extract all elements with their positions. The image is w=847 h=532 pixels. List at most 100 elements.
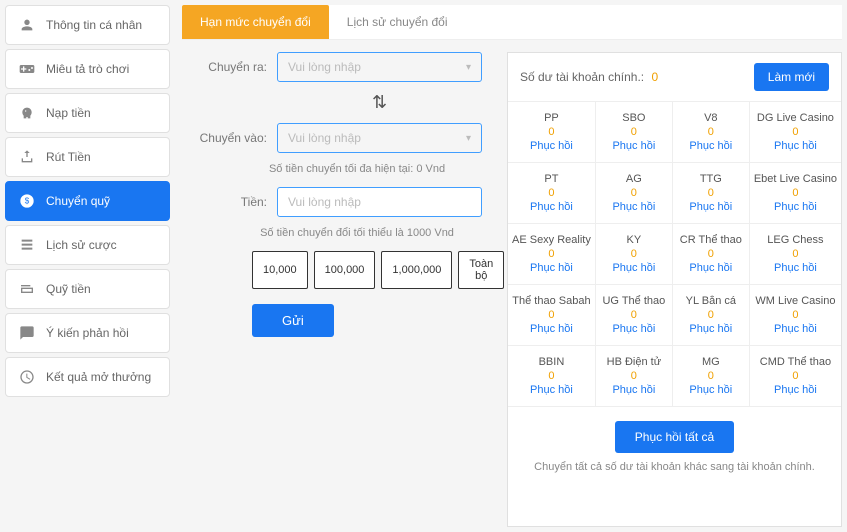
sidebar-item-bet-history[interactable]: Lịch sử cược xyxy=(5,225,170,265)
sidebar-item-transfer[interactable]: $ Chuyển quỹ xyxy=(5,181,170,221)
wallet-name: TTG xyxy=(677,173,745,185)
wallet-name: Thể thao Sabah xyxy=(512,295,591,307)
gamepad-icon xyxy=(18,60,36,78)
tabs: Hạn mức chuyển đổi Lịch sử chuyển đổi xyxy=(182,5,842,40)
sidebar-item-deposit[interactable]: Nạp tiền xyxy=(5,93,170,133)
swap-icon[interactable]: ⇅ xyxy=(192,92,482,113)
sidebar-item-games[interactable]: Miêu tả trò chơi xyxy=(5,49,170,89)
wallet-name: DG Live Casino xyxy=(754,112,837,124)
wallet-cell: TTG 0 Phục hồi xyxy=(673,163,750,224)
wallet-cell: PP0Phục hồi xyxy=(508,102,596,163)
wallet-restore-link[interactable]: Phục hồi xyxy=(600,201,668,213)
balance-label: Số dư tài khoản chính.: xyxy=(520,70,644,84)
amount-btn-100000[interactable]: 100,000 xyxy=(314,251,376,289)
submit-button[interactable]: Gửi xyxy=(252,304,334,337)
wallet-cell: V80Phục hồi xyxy=(673,102,750,163)
svg-text:$: $ xyxy=(25,197,30,206)
wallet-name: PT xyxy=(512,173,591,185)
refresh-button[interactable]: Làm mới xyxy=(754,63,829,91)
sidebar-item-wallet[interactable]: Quỹ tiền xyxy=(5,269,170,309)
wallet-cell: AG 0 Phục hồi xyxy=(596,163,673,224)
wallet-grid: PP0Phục hồiSBO0Phục hồiV80Phục hồiDG Liv… xyxy=(508,102,841,407)
wallet-restore-link[interactable]: Phục hồi xyxy=(677,140,745,152)
wallet-restore-link[interactable]: Phục hồi xyxy=(754,384,837,396)
wallet-value: 0 xyxy=(754,187,837,199)
wallet-value: 0 xyxy=(600,309,668,321)
wallet-name: BBIN xyxy=(512,356,591,368)
sidebar-item-label: Rút Tiền xyxy=(46,150,91,164)
wallet-name: AE Sexy Reality xyxy=(512,234,591,246)
wallet-name: SBO xyxy=(600,112,668,124)
wallet-name: LEG Chess xyxy=(754,234,837,246)
sidebar-item-label: Thông tin cá nhân xyxy=(46,18,142,32)
wallet-name: KY xyxy=(600,234,668,246)
wallet-cell: Thể thao Sabah0Phục hồi xyxy=(508,285,596,346)
wallet-restore-link[interactable]: Phục hồi xyxy=(754,140,837,152)
wallet-value: 0 xyxy=(754,370,837,382)
amount-btn-1000000[interactable]: 1,000,000 xyxy=(381,251,452,289)
transfer-form: Chuyển ra: Vui lòng nhập ▾ ⇅ Chuyển vào:… xyxy=(182,52,492,527)
amount-input[interactable] xyxy=(277,187,482,217)
wallet-value: 0 xyxy=(754,248,837,260)
wallet-value: 0 xyxy=(677,187,745,199)
from-label: Chuyển ra: xyxy=(192,60,277,74)
wallet-restore-link[interactable]: Phục hồi xyxy=(754,201,837,213)
wallet-restore-link[interactable]: Phục hồi xyxy=(600,323,668,335)
sidebar-item-profile[interactable]: Thông tin cá nhân xyxy=(5,5,170,45)
list-icon xyxy=(18,236,36,254)
wallet-restore-link[interactable]: Phục hồi xyxy=(677,323,745,335)
wallet-value: 0 xyxy=(677,309,745,321)
chat-icon xyxy=(18,324,36,342)
sidebar-item-label: Chuyển quỹ xyxy=(46,194,110,208)
sidebar: Thông tin cá nhân Miêu tả trò chơi Nạp t… xyxy=(0,0,170,532)
wallet-value: 0 xyxy=(600,187,668,199)
wallet-value: 0 xyxy=(600,370,668,382)
wallet-panel: Số dư tài khoản chính.: 0 Làm mới PP0Phụ… xyxy=(507,52,842,527)
to-select[interactable]: Vui lòng nhập ▾ xyxy=(277,123,482,153)
wallet-name: UG Thể thao xyxy=(600,295,668,307)
wallet-value: 0 xyxy=(512,248,591,260)
wallet-restore-link[interactable]: Phục hồi xyxy=(677,201,745,213)
wallet-value: 0 xyxy=(512,370,591,382)
wallet-restore-link[interactable]: Phục hồi xyxy=(512,140,591,152)
wallet-restore-link[interactable]: Phục hồi xyxy=(677,262,745,274)
wallet-restore-link[interactable]: Phục hồi xyxy=(512,201,591,213)
wallet-restore-link[interactable]: Phục hồi xyxy=(754,262,837,274)
wallet-name: AG xyxy=(600,173,668,185)
sidebar-item-withdraw[interactable]: Rút Tiền xyxy=(5,137,170,177)
wallet-name: CR Thể thao xyxy=(677,234,745,246)
wallet-name: Ebet Live Casino xyxy=(754,173,837,185)
wallet-cell: YL Bắn cá0Phục hồi xyxy=(673,285,750,346)
amount-btn-all[interactable]: Toàn bộ xyxy=(458,251,504,289)
clock-icon xyxy=(18,368,36,386)
tab-history[interactable]: Lịch sử chuyển đổi xyxy=(329,5,466,39)
wallet-header: Số dư tài khoản chính.: 0 Làm mới xyxy=(508,53,841,102)
wallet-value: 0 xyxy=(512,126,591,138)
wallet-name: V8 xyxy=(677,112,745,124)
user-icon xyxy=(18,16,36,34)
sidebar-item-results[interactable]: Kết quả mở thưởng xyxy=(5,357,170,397)
wallet-restore-link[interactable]: Phục hồi xyxy=(677,384,745,396)
wallet-restore-link[interactable]: Phục hồi xyxy=(754,323,837,335)
wallet-restore-link[interactable]: Phục hồi xyxy=(512,384,591,396)
chevron-down-icon: ▾ xyxy=(466,62,471,73)
tab-limit[interactable]: Hạn mức chuyển đổi xyxy=(182,5,329,39)
restore-all-button[interactable]: Phục hồi tất cả xyxy=(615,421,734,453)
amount-btn-10000[interactable]: 10,000 xyxy=(252,251,308,289)
wallet-name: CMD Thể thao xyxy=(754,356,837,368)
wallet-footer: Phục hồi tất cả xyxy=(508,407,841,461)
wallet-name: MG xyxy=(677,356,745,368)
wallet-restore-link[interactable]: Phục hồi xyxy=(600,262,668,274)
max-hint: Số tiền chuyển tối đa hiện tại: 0 Vnd xyxy=(192,163,482,175)
wallet-restore-link[interactable]: Phục hồi xyxy=(600,384,668,396)
piggy-icon xyxy=(18,104,36,122)
wallet-name: HB Điện tử xyxy=(600,356,668,368)
chevron-down-icon: ▾ xyxy=(466,133,471,144)
from-select[interactable]: Vui lòng nhập ▾ xyxy=(277,52,482,82)
sidebar-item-feedback[interactable]: Ý kiến phản hồi xyxy=(5,313,170,353)
wallet-cell: WM Live Casino0Phục hồi xyxy=(750,285,841,346)
wallet-restore-link[interactable]: Phục hồi xyxy=(512,262,591,274)
wallet-restore-link[interactable]: Phục hồi xyxy=(600,140,668,152)
wallet-restore-link[interactable]: Phục hồi xyxy=(512,323,591,335)
withdraw-icon xyxy=(18,148,36,166)
